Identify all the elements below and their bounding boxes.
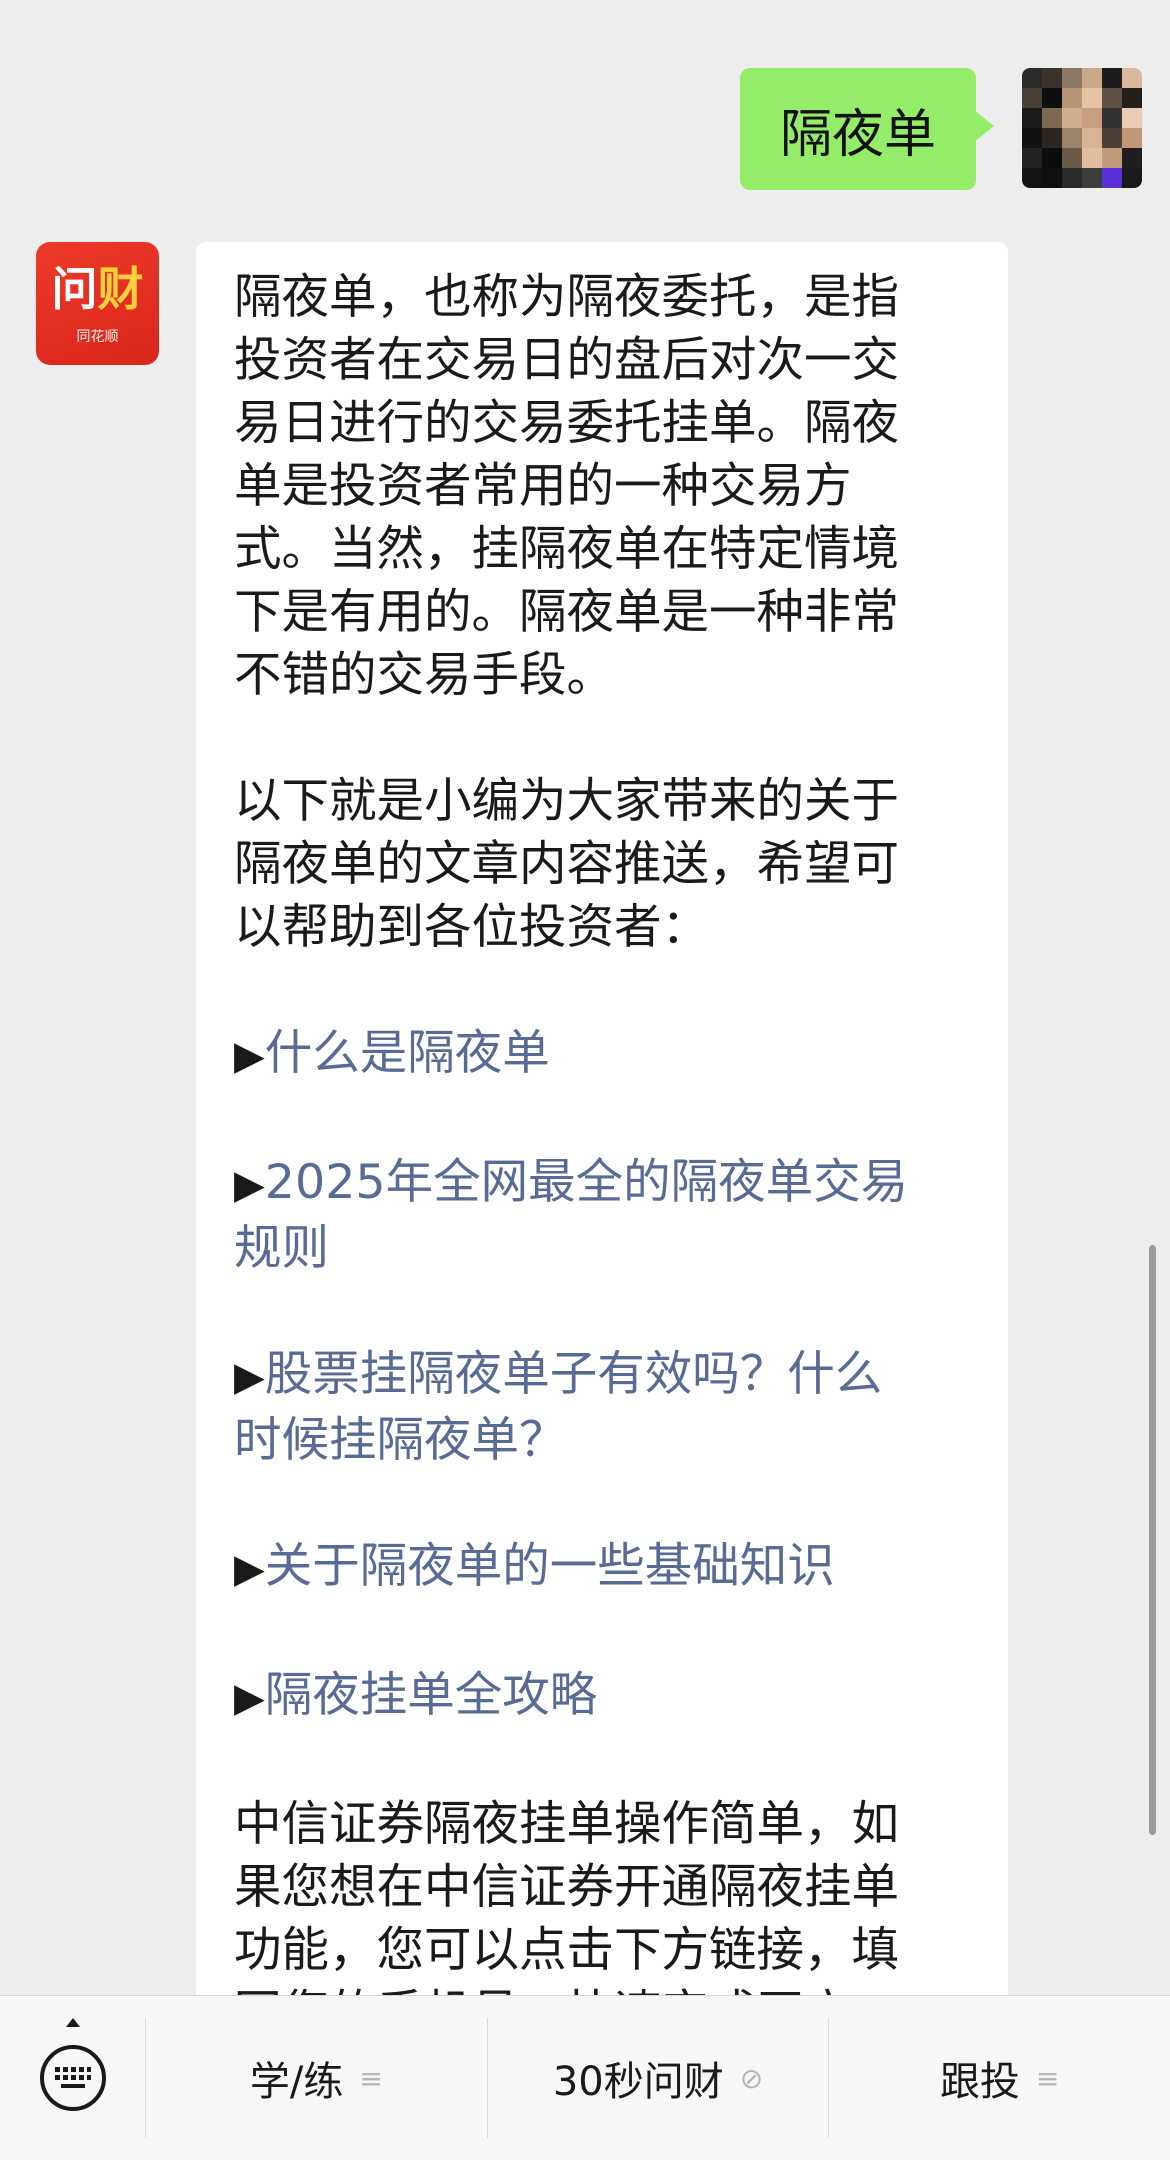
mini-program-icon: ⊘ bbox=[739, 2061, 764, 2095]
intro-line: 不错的交易手段。 bbox=[234, 648, 614, 703]
triangle-icon: ▶ bbox=[234, 1033, 265, 1079]
intro-line: 投资者在交易日的盘后对次一交 bbox=[234, 333, 899, 388]
bot-message-bubble: 隔夜单，也称为隔夜委托，是指 投资者在交易日的盘后对次一交 易日进行的交易委托挂… bbox=[196, 242, 1008, 1995]
user-avatar[interactable] bbox=[1022, 68, 1142, 188]
triangle-icon: ▶ bbox=[234, 1675, 265, 1721]
user-message-text: 隔夜单 bbox=[779, 104, 936, 165]
citic-line: 中信证券隔夜挂单操作简单，如 bbox=[234, 1797, 899, 1852]
chat-scrollbar[interactable] bbox=[1149, 1245, 1156, 1835]
article-link-effective[interactable]: ▶股票挂隔夜单子有效吗？什么 时候挂隔夜单？ bbox=[234, 1343, 970, 1472]
menu-learn-practice[interactable]: 学/练 ≡ bbox=[145, 2018, 487, 2138]
intro-line: 下是有用的。隔夜单是一种非常 bbox=[234, 585, 899, 640]
menu-list-icon: ≡ bbox=[1035, 2061, 1060, 2095]
menu-30s-wencai[interactable]: 30秒问财 ⊘ bbox=[486, 2018, 829, 2138]
keyboard-toggle-button[interactable] bbox=[0, 1996, 145, 2160]
recommend-paragraph: 以下就是小编为大家带来的关于 隔夜单的文章内容推送，希望可 以帮助到各位投资者： bbox=[234, 770, 970, 959]
triangle-icon: ▶ bbox=[234, 1354, 265, 1400]
menu-follow-invest-label: 跟投 bbox=[939, 2059, 1020, 2105]
chat-area[interactable]: 隔夜单 问财 同花顺 隔夜单，也称为隔夜委托，是指 投资者在交易日的盘后对次一交… bbox=[0, 0, 1170, 1995]
citic-line: 写您的手机号，快速完成开户 bbox=[234, 1982, 970, 1995]
article-link-text[interactable]: 什么是隔夜单 bbox=[265, 1026, 550, 1081]
bot-avatar-subtitle: 同花顺 bbox=[76, 328, 119, 345]
recommend-line: 以下就是小编为大家带来的关于 bbox=[234, 774, 899, 829]
intro-line: 隔夜单，也称为隔夜委托，是指 bbox=[234, 270, 899, 325]
user-message-bubble[interactable]: 隔夜单 bbox=[739, 68, 995, 190]
user-message-row: 隔夜单 bbox=[739, 68, 1142, 190]
bot-avatar[interactable]: 问财 同花顺 bbox=[36, 242, 159, 365]
citic-line: 果您想在中信证券开通隔夜挂单 bbox=[234, 1860, 899, 1915]
article-link-text[interactable]: 时候挂隔夜单？ bbox=[234, 1413, 567, 1468]
caret-up-icon bbox=[66, 2018, 80, 2027]
article-link-text[interactable]: 股票挂隔夜单子有效吗？什么 bbox=[265, 1347, 883, 1402]
menu-follow-invest[interactable]: 跟投 ≡ bbox=[828, 2018, 1170, 2138]
intro-line: 单是投资者常用的一种交易方 bbox=[234, 459, 852, 514]
menu-learn-practice-label: 学/练 bbox=[249, 2059, 344, 2105]
bot-avatar-logo: 问财 bbox=[51, 261, 144, 316]
article-link-text[interactable]: 规则 bbox=[234, 1221, 329, 1276]
article-link-overnight-order[interactable]: ▶什么是隔夜单 bbox=[234, 1022, 970, 1088]
citic-paragraph: 中信证券隔夜挂单操作简单，如 果您想在中信证券开通隔夜挂单 功能，您可以点击下方… bbox=[234, 1793, 970, 1995]
keyboard-icon bbox=[39, 2045, 106, 2111]
article-link-text[interactable]: 2025年全网最全的隔夜单交易 bbox=[265, 1155, 908, 1210]
citic-line: 功能，您可以点击下方链接，填 bbox=[234, 1923, 899, 1978]
bottom-menu-bar: 学/练 ≡ 30秒问财 ⊘ 跟投 ≡ bbox=[0, 1995, 1170, 2160]
article-link-basics[interactable]: ▶关于隔夜单的一些基础知识 bbox=[234, 1535, 970, 1601]
triangle-icon: ▶ bbox=[234, 1162, 265, 1208]
menu-30s-wencai-label: 30秒问财 bbox=[552, 2059, 724, 2105]
article-link-guide[interactable]: ▶隔夜挂单全攻略 bbox=[234, 1664, 970, 1730]
article-link-text[interactable]: 关于隔夜单的一些基础知识 bbox=[265, 1539, 835, 1594]
recommend-line: 隔夜单的文章内容推送，希望可 bbox=[234, 837, 899, 892]
triangle-icon: ▶ bbox=[234, 1546, 265, 1592]
intro-paragraph: 隔夜单，也称为隔夜委托，是指 投资者在交易日的盘后对次一交 易日进行的交易委托挂… bbox=[234, 266, 970, 707]
intro-line: 式。当然，挂隔夜单在特定情境 bbox=[234, 522, 899, 577]
intro-line: 易日进行的交易委托挂单。隔夜 bbox=[234, 396, 899, 451]
menu-list-icon: ≡ bbox=[359, 2061, 383, 2095]
article-link-trading-rules[interactable]: ▶2025年全网最全的隔夜单交易 规则 bbox=[234, 1151, 970, 1280]
recommend-line: 以帮助到各位投资者： bbox=[234, 900, 709, 955]
article-link-text[interactable]: 隔夜挂单全攻略 bbox=[265, 1668, 598, 1723]
